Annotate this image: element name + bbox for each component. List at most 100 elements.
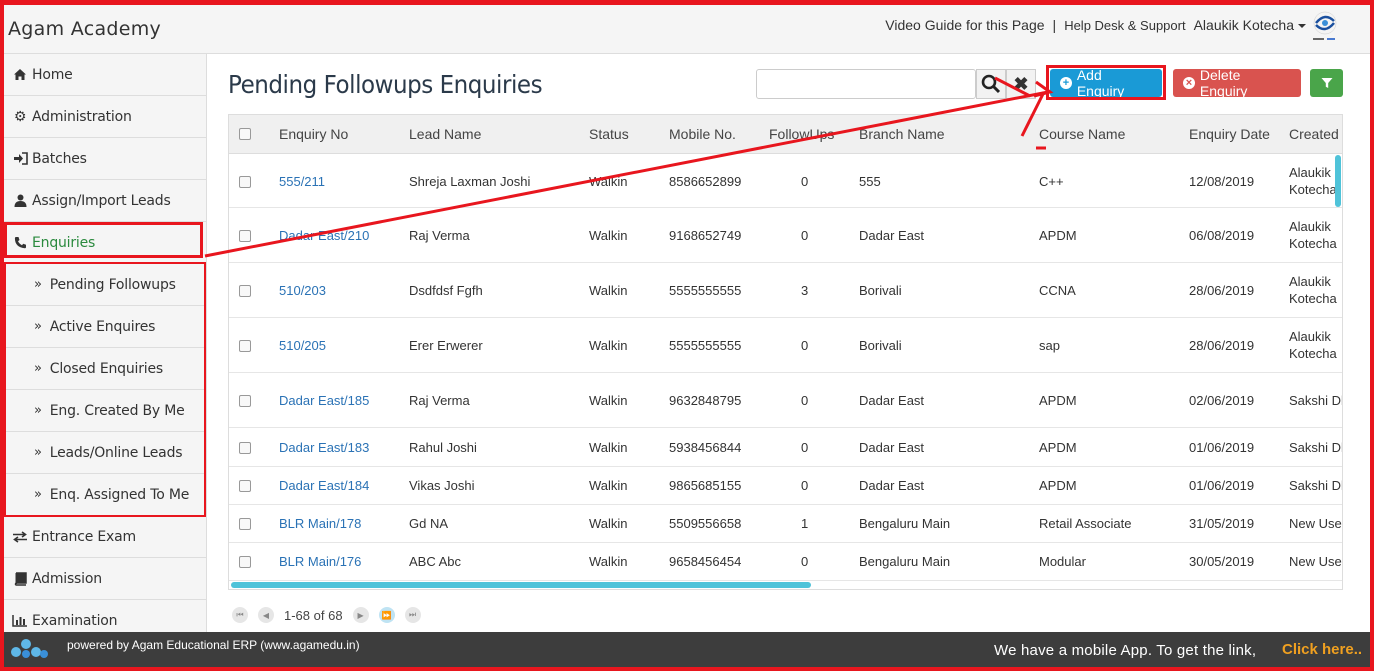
sidebar-item-label: Administration <box>32 108 132 125</box>
search-input[interactable] <box>756 69 976 99</box>
cell-course: CCNA <box>1039 283 1076 298</box>
cell-enquiry-no[interactable]: 510/205 <box>279 338 326 353</box>
cell-status: Walkin <box>589 393 628 408</box>
gear-icon: ⚙ <box>13 108 27 125</box>
sidebar-item-entrance-exam[interactable]: Entrance Exam <box>4 516 206 558</box>
column-header-course-name[interactable]: Course Name <box>1039 126 1125 142</box>
delete-enquiry-button[interactable]: × Delete Enquiry <box>1173 67 1301 99</box>
cell-lead-name: Vikas Joshi <box>409 478 475 493</box>
cell-enquiry-no[interactable]: Dadar East/185 <box>279 393 369 408</box>
cell-status: Walkin <box>589 174 628 189</box>
cell-enquiry-date: 01/06/2019 <box>1189 478 1255 493</box>
cell-enquiry-no[interactable]: BLR Main/178 <box>279 516 361 531</box>
column-header-lead-name[interactable]: Lead Name <box>409 126 481 142</box>
click-here-link[interactable]: Click here.. <box>1282 641 1362 658</box>
user-menu[interactable]: Alaukik Kotecha <box>1194 17 1306 33</box>
row-checkbox[interactable] <box>239 395 251 407</box>
cell-mobile: 5555555555 <box>669 283 742 298</box>
footer: powered by Agam Educational ERP (www.aga… <box>0 632 1374 671</box>
row-checkbox[interactable] <box>239 230 251 242</box>
cell-mobile: 9632848795 <box>669 393 742 408</box>
sidebar-item-label: Assign/Import Leads <box>32 192 171 209</box>
filter-icon <box>1321 78 1332 88</box>
sidebar-item-examination[interactable]: Examination <box>4 600 206 634</box>
table-row[interactable]: BLR Main/178 Gd NA Walkin 5509556658 1 Bengal… <box>229 505 1342 543</box>
sidebar-item-administration[interactable]: ⚙ Administration <box>4 96 206 138</box>
help-desk-link[interactable]: Help Desk & Support <box>1064 18 1185 33</box>
table-row[interactable]: 510/203 Dsdfdsf Fgfh Walkin 5555555555 3 Bori… <box>229 263 1342 318</box>
row-checkbox[interactable] <box>239 176 251 188</box>
cell-status: Walkin <box>589 283 628 298</box>
cell-enquiry-no[interactable]: Dadar East/183 <box>279 440 369 455</box>
table-row[interactable]: Dadar East/184 Vikas Joshi Walkin 986568515… <box>229 467 1342 505</box>
cell-branch: Bengaluru Main <box>859 516 951 531</box>
first-page-icon[interactable]: ⏮ <box>232 607 248 623</box>
search-button[interactable] <box>976 69 1006 99</box>
cell-enquiry-date: 28/06/2019 <box>1189 338 1255 353</box>
cell-status: Walkin <box>589 554 628 569</box>
enquiries-highlight-box <box>4 222 203 258</box>
sign-in-icon <box>12 152 28 165</box>
column-header-enquiry-no[interactable]: Enquiry No <box>279 126 348 142</box>
cell-mobile: 9168652749 <box>669 228 742 243</box>
cell-enquiry-no[interactable]: 510/203 <box>279 283 326 298</box>
row-checkbox[interactable] <box>239 480 251 492</box>
last-page-icon[interactable]: ⏭ <box>404 607 421 623</box>
cell-created-by: Alaukik <box>1289 329 1331 344</box>
vertical-scrollbar[interactable] <box>1335 155 1341 207</box>
sidebar-item-admission[interactable]: Admission <box>4 558 206 600</box>
table-row[interactable]: Dadar East/183 Rahul Joshi Walkin 593845684… <box>229 428 1342 467</box>
table-row[interactable]: Dadar East/185 Raj Verma Walkin 9632848795 0… <box>229 373 1342 428</box>
filter-button[interactable] <box>1310 69 1343 97</box>
cell-course: APDM <box>1039 440 1077 455</box>
prev-page-icon[interactable]: ◀ <box>258 607 274 623</box>
cell-enquiry-date: 02/06/2019 <box>1189 393 1255 408</box>
sidebar-item-batches[interactable]: Batches <box>4 138 206 180</box>
cell-enquiry-no[interactable]: BLR Main/176 <box>279 554 361 569</box>
column-header-branch-name[interactable]: Branch Name <box>859 126 945 142</box>
cell-course: Modular <box>1039 554 1086 569</box>
cell-created-by: Alaukik <box>1289 274 1331 289</box>
column-header-mobile-no[interactable]: Mobile No. <box>669 126 736 142</box>
column-header-enquiry-date[interactable]: Enquiry Date <box>1189 126 1270 142</box>
pager-info: 1-68 of 68 <box>284 607 343 623</box>
fast-forward-icon[interactable]: ⏩ <box>378 607 395 623</box>
table-row[interactable]: Dadar East/210 Raj Verma Walkin 9168652749 0… <box>229 208 1342 263</box>
clear-search-button[interactable]: ✖ <box>1006 69 1036 99</box>
cell-mobile: 5509556658 <box>669 516 742 531</box>
cell-course: APDM <box>1039 393 1077 408</box>
cell-created-by: New User <box>1289 554 1343 569</box>
cell-enquiry-no[interactable]: 555/211 <box>279 174 325 189</box>
cell-enquiry-no[interactable]: Dadar East/210 <box>279 228 369 243</box>
sidebar-item-label: Admission <box>32 570 102 587</box>
cell-lead-name: Raj Verma <box>409 393 470 408</box>
sidebar-item-home[interactable]: Home <box>4 54 206 96</box>
select-all-checkbox[interactable] <box>239 128 251 140</box>
cell-course: Retail Associate <box>1039 516 1132 531</box>
search-icon <box>981 74 1001 94</box>
cell-enquiry-no[interactable]: Dadar East/184 <box>279 478 369 493</box>
row-checkbox[interactable] <box>239 340 251 352</box>
sidebar-item-assign-import-leads[interactable]: Assign/Import Leads <box>4 180 206 222</box>
row-checkbox[interactable] <box>239 285 251 297</box>
table-row[interactable]: 510/205 Erer Erwerer Walkin 5555555555 0 Bori… <box>229 318 1342 373</box>
grid-header: Enquiry No Lead Name Status Mobile No. F… <box>229 115 1342 154</box>
cell-created-by: Alaukik <box>1289 219 1331 234</box>
table-row[interactable]: BLR Main/176 ABC Abc Walkin 9658456454 0 Beng… <box>229 543 1343 581</box>
cell-created-by-line2: Kotecha <box>1289 346 1337 361</box>
table-row[interactable]: 555/211 Shreja Laxman Joshi Walkin 85866528… <box>229 155 1342 208</box>
row-checkbox[interactable] <box>239 518 251 530</box>
horizontal-scrollbar[interactable] <box>231 582 811 588</box>
company-logo-icon <box>1313 11 1337 40</box>
cell-followups: 0 <box>801 174 809 189</box>
row-checkbox[interactable] <box>239 556 251 568</box>
row-checkbox[interactable] <box>239 442 251 454</box>
video-guide-link[interactable]: Video Guide for this Page <box>885 17 1044 33</box>
sidebar-item-label: Examination <box>32 612 118 629</box>
column-header-created[interactable]: Created <box>1289 126 1339 142</box>
next-page-icon[interactable]: ▶ <box>352 607 369 623</box>
cell-enquiry-date: 01/06/2019 <box>1189 440 1255 455</box>
column-header-followups[interactable]: FollowUps <box>769 126 834 142</box>
column-header-status[interactable]: Status <box>589 126 629 142</box>
delete-enquiry-label: Delete Enquiry <box>1199 67 1248 99</box>
